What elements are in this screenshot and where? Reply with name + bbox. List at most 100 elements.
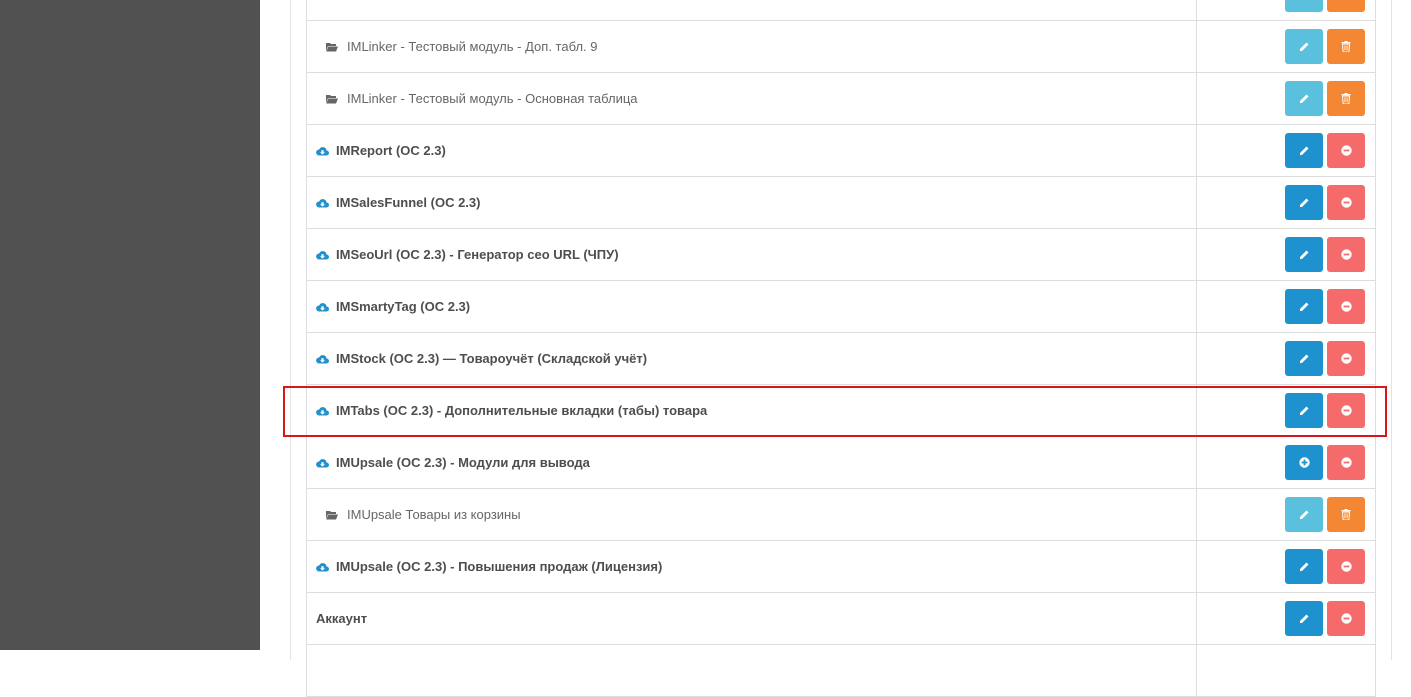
extension-name-cell xyxy=(307,0,1197,20)
uninstall-button[interactable] xyxy=(1327,185,1365,220)
edit-button[interactable] xyxy=(1285,133,1323,168)
edit-button[interactable] xyxy=(1285,185,1323,220)
actions-cell xyxy=(1197,489,1375,540)
cloud-download-icon xyxy=(316,196,329,209)
uninstall-button[interactable] xyxy=(1327,601,1365,636)
edit-button[interactable] xyxy=(1285,289,1323,324)
extension-name: IMUpsale (OC 2.3) - Повышения продаж (Ли… xyxy=(336,559,663,574)
trash-icon xyxy=(1341,41,1351,52)
extension-name-cell xyxy=(307,645,1197,696)
uninstall-button[interactable] xyxy=(1327,549,1365,584)
edit-button[interactable] xyxy=(1285,81,1323,116)
extension-name-cell: IMLinker - Тестовый модуль - Доп. табл. … xyxy=(307,21,1197,72)
actions-cell xyxy=(1197,645,1375,696)
table-row: IMUpsale Товары из корзины xyxy=(307,489,1375,541)
minus-circle-icon xyxy=(1340,249,1352,260)
edit-button[interactable] xyxy=(1285,549,1323,584)
cloud-download-icon xyxy=(316,248,329,261)
actions-cell xyxy=(1197,385,1375,436)
minus-circle-icon xyxy=(1340,613,1352,624)
extensions-table: IMLinker - Тестовый модуль - Доп. табл. … xyxy=(306,0,1376,697)
extension-name: IMLinker - Тестовый модуль - Доп. табл. … xyxy=(347,39,598,54)
cloud-download-icon xyxy=(316,560,329,573)
pencil-icon xyxy=(1299,405,1310,416)
delete-button[interactable] xyxy=(1327,29,1365,64)
extension-name-cell: IMSalesFunnel (OC 2.3) xyxy=(307,177,1197,228)
edit-button[interactable] xyxy=(1285,29,1323,64)
edit-button[interactable] xyxy=(1285,341,1323,376)
pencil-icon xyxy=(1299,561,1310,572)
edit-button[interactable] xyxy=(1285,237,1323,272)
actions-cell xyxy=(1197,177,1375,228)
actions-cell xyxy=(1197,281,1375,332)
folder-open-icon xyxy=(325,0,338,1)
extension-name: IMUpsale (OC 2.3) - Модули для вывода xyxy=(336,455,590,470)
extension-name: IMSmartyTag (OC 2.3) xyxy=(336,299,471,314)
pencil-icon xyxy=(1299,353,1310,364)
uninstall-button[interactable] xyxy=(1327,341,1365,376)
main-content: IMLinker - Тестовый модуль - Доп. табл. … xyxy=(260,0,1411,697)
edit-button[interactable] xyxy=(1285,601,1323,636)
folder-open-icon xyxy=(325,92,338,105)
uninstall-button[interactable] xyxy=(1327,133,1365,168)
extension-name-cell: Аккаунт xyxy=(307,593,1197,644)
actions-cell xyxy=(1197,541,1375,592)
actions-cell xyxy=(1197,125,1375,176)
table-row: Аккаунт xyxy=(307,593,1375,645)
table-row: IMLinker - Тестовый модуль - Доп. табл. … xyxy=(307,21,1375,73)
extension-name-cell: IMReport (OC 2.3) xyxy=(307,125,1197,176)
uninstall-button[interactable] xyxy=(1327,393,1365,428)
delete-button[interactable] xyxy=(1327,0,1365,12)
pencil-icon xyxy=(1299,145,1310,156)
actions-cell xyxy=(1197,593,1375,644)
extension-name-cell: IMSeoUrl (OC 2.3) - Генератор сео URL (Ч… xyxy=(307,229,1197,280)
extension-name: IMUpsale Товары из корзины xyxy=(347,507,521,522)
cloud-download-icon xyxy=(316,352,329,365)
cloud-download-icon xyxy=(316,456,329,469)
pencil-icon xyxy=(1299,249,1310,260)
extension-name-cell: IMUpsale (OC 2.3) - Повышения продаж (Ли… xyxy=(307,541,1197,592)
table-row: IMUpsale (OC 2.3) - Модули для вывода xyxy=(307,437,1375,489)
extension-name: IMSeoUrl (OC 2.3) - Генератор сео URL (Ч… xyxy=(336,247,619,262)
table-row: IMSeoUrl (OC 2.3) - Генератор сео URL (Ч… xyxy=(307,229,1375,281)
edit-button[interactable] xyxy=(1285,0,1323,12)
extension-name-cell: IMTabs (OC 2.3) - Дополнительные вкладки… xyxy=(307,385,1197,436)
minus-circle-icon xyxy=(1340,145,1352,156)
sidebar xyxy=(0,0,260,650)
table-row: IMTabs (OC 2.3) - Дополнительные вкладки… xyxy=(307,385,1375,437)
extension-name-cell: IMLinker - Тестовый модуль - Основная та… xyxy=(307,73,1197,124)
actions-cell xyxy=(1197,229,1375,280)
minus-circle-icon xyxy=(1340,353,1352,364)
delete-button[interactable] xyxy=(1327,81,1365,116)
plus-circle-icon xyxy=(1298,457,1310,468)
extension-name-cell: IMSmartyTag (OC 2.3) xyxy=(307,281,1197,332)
uninstall-button[interactable] xyxy=(1327,237,1365,272)
actions-cell xyxy=(1197,21,1375,72)
extension-name: Аккаунт xyxy=(316,611,368,626)
minus-circle-icon xyxy=(1340,197,1352,208)
cloud-download-icon xyxy=(316,144,329,157)
table-row: IMStock (OC 2.3) — Товароучёт (Складской… xyxy=(307,333,1375,385)
extension-name: IMSalesFunnel (OC 2.3) xyxy=(336,195,481,210)
cloud-download-icon xyxy=(316,300,329,313)
extension-name: IMStock (OC 2.3) — Товароучёт (Складской… xyxy=(336,351,648,366)
pencil-icon xyxy=(1299,41,1310,52)
pencil-icon xyxy=(1299,613,1310,624)
extension-name-cell: IMUpsale (OC 2.3) - Модули для вывода xyxy=(307,437,1197,488)
uninstall-button[interactable] xyxy=(1327,289,1365,324)
edit-button[interactable] xyxy=(1285,497,1323,532)
extension-name-cell: IMUpsale Товары из корзины xyxy=(307,489,1197,540)
uninstall-button[interactable] xyxy=(1327,445,1365,480)
extension-name: IMLinker - Тестовый модуль - Основная та… xyxy=(347,91,638,106)
table-row: IMSalesFunnel (OC 2.3) xyxy=(307,177,1375,229)
actions-cell xyxy=(1197,333,1375,384)
pencil-icon xyxy=(1299,301,1310,312)
folder-open-icon xyxy=(325,508,338,521)
install-button[interactable] xyxy=(1285,445,1323,480)
table-row xyxy=(307,0,1375,21)
table-row: IMSmartyTag (OC 2.3) xyxy=(307,281,1375,333)
table-row xyxy=(307,645,1375,697)
folder-open-icon xyxy=(325,40,338,53)
edit-button[interactable] xyxy=(1285,393,1323,428)
delete-button[interactable] xyxy=(1327,497,1365,532)
